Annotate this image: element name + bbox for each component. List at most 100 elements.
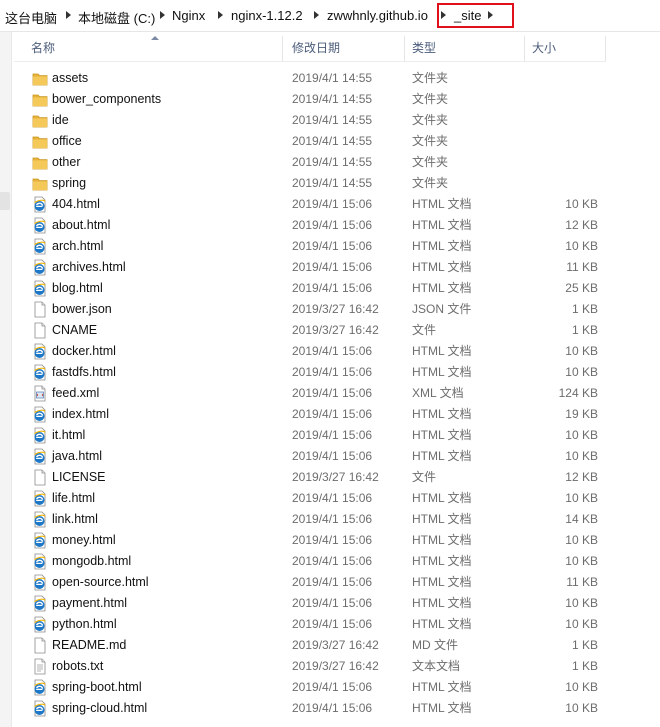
file-size: 10 KB <box>565 428 598 442</box>
file-row[interactable]: ide 2019/4/1 14:55 文件夹 <box>14 110 606 131</box>
file-name: fastdfs.html <box>52 365 116 379</box>
file-name: spring <box>52 176 87 190</box>
html-file-icon <box>32 217 48 234</box>
file-name: spring-boot.html <box>52 680 142 694</box>
file-size: 10 KB <box>565 449 598 463</box>
file-type: HTML 文档 <box>412 680 472 694</box>
file-modified-date: 2019/4/1 14:55 <box>292 71 373 85</box>
html-file-icon <box>32 595 48 612</box>
file-size: 10 KB <box>565 617 598 631</box>
breadcrumb-chevron-icon[interactable] <box>218 11 223 19</box>
file-name: it.html <box>52 428 86 442</box>
file-row[interactable]: link.html 2019/4/1 15:06 HTML 文档 14 KB <box>14 509 606 530</box>
file-type: HTML 文档 <box>412 407 472 421</box>
file-row[interactable]: office 2019/4/1 14:55 文件夹 <box>14 131 606 152</box>
html-file-icon <box>32 406 48 423</box>
file-row[interactable]: feed.xml 2019/4/1 15:06 XML 文档 124 KB <box>14 383 606 404</box>
file-row[interactable]: CNAME 2019/3/27 16:42 文件 1 KB <box>14 320 606 341</box>
file-row[interactable]: spring-cloud.html 2019/4/1 15:06 HTML 文档 10… <box>14 698 606 719</box>
file-modified-date: 2019/4/1 14:55 <box>292 92 373 106</box>
file-modified-date: 2019/4/1 15:06 <box>292 260 373 274</box>
file-size: 10 KB <box>565 239 598 253</box>
file-type: HTML 文档 <box>412 512 472 526</box>
file-row[interactable]: docker.html 2019/4/1 15:06 HTML 文档 10 KB <box>14 341 606 362</box>
file-modified-date: 2019/4/1 15:06 <box>292 575 373 589</box>
breadcrumb-chevron-icon[interactable] <box>314 11 319 19</box>
breadcrumb-chevron-icon[interactable] <box>160 11 165 19</box>
navigation-pane-edge[interactable] <box>0 32 12 727</box>
file-row[interactable]: payment.html 2019/4/1 15:06 HTML 文档 10 KB <box>14 593 606 614</box>
file-row[interactable]: 404.html 2019/4/1 15:06 HTML 文档 10 KB <box>14 194 606 215</box>
file-size: 10 KB <box>565 680 598 694</box>
file-size: 1 KB <box>571 323 598 337</box>
folder-icon <box>32 175 48 192</box>
file-row[interactable]: README.md 2019/3/27 16:42 MD 文件 1 KB <box>14 635 606 656</box>
file-row[interactable]: it.html 2019/4/1 15:06 HTML 文档 10 KB <box>14 425 606 446</box>
file-row[interactable]: robots.txt 2019/3/27 16:42 文本文档 1 KB <box>14 656 606 677</box>
column-header-size[interactable]: 大小 <box>526 36 606 61</box>
file-modified-date: 2019/3/27 16:42 <box>292 659 379 673</box>
file-modified-date: 2019/3/27 16:42 <box>292 470 379 484</box>
file-size: 10 KB <box>565 533 598 547</box>
file-row[interactable]: bower_components 2019/4/1 14:55 文件夹 <box>14 89 606 110</box>
folder-icon <box>32 154 48 171</box>
breadcrumb-item-local-disk[interactable]: 本地磁盘 (C:) <box>78 8 155 27</box>
html-file-icon <box>32 490 48 507</box>
file-modified-date: 2019/4/1 15:06 <box>292 449 373 463</box>
file-row[interactable]: archives.html 2019/4/1 15:06 HTML 文档 11 KB <box>14 257 606 278</box>
file-row[interactable]: other 2019/4/1 14:55 文件夹 <box>14 152 606 173</box>
column-header-type[interactable]: 类型 <box>406 36 525 61</box>
file-modified-date: 2019/4/1 15:06 <box>292 680 373 694</box>
file-row[interactable]: index.html 2019/4/1 15:06 HTML 文档 19 KB <box>14 404 606 425</box>
file-row[interactable]: bower.json 2019/3/27 16:42 JSON 文件 1 KB <box>14 299 606 320</box>
file-modified-date: 2019/4/1 15:06 <box>292 239 373 253</box>
file-row[interactable]: about.html 2019/4/1 15:06 HTML 文档 12 KB <box>14 215 606 236</box>
file-name: robots.txt <box>52 659 104 673</box>
file-modified-date: 2019/4/1 15:06 <box>292 596 373 610</box>
html-file-icon <box>32 427 48 444</box>
file-size: 10 KB <box>565 596 598 610</box>
file-name: docker.html <box>52 344 116 358</box>
file-row[interactable]: fastdfs.html 2019/4/1 15:06 HTML 文档 10 KB <box>14 362 606 383</box>
file-name: archives.html <box>52 260 126 274</box>
file-type: 文本文档 <box>412 659 461 673</box>
file-size: 10 KB <box>565 365 598 379</box>
breadcrumb-item-repo[interactable]: zwwhnly.github.io <box>327 8 428 23</box>
html-file-icon <box>32 196 48 213</box>
file-size: 10 KB <box>565 554 598 568</box>
file-row[interactable]: python.html 2019/4/1 15:06 HTML 文档 10 KB <box>14 614 606 635</box>
file-name: arch.html <box>52 239 104 253</box>
file-size: 124 KB <box>558 386 598 400</box>
column-header-date[interactable]: 修改日期 <box>286 36 405 61</box>
file-list: assets 2019/4/1 14:55 文件夹 bower_components 2… <box>14 68 606 719</box>
file-row[interactable]: blog.html 2019/4/1 15:06 HTML 文档 25 KB <box>14 278 606 299</box>
file-row[interactable]: life.html 2019/4/1 15:06 HTML 文档 10 KB <box>14 488 606 509</box>
file-row[interactable]: LICENSE 2019/3/27 16:42 文件 12 KB <box>14 467 606 488</box>
file-row[interactable]: money.html 2019/4/1 15:06 HTML 文档 10 KB <box>14 530 606 551</box>
file-modified-date: 2019/3/27 16:42 <box>292 323 379 337</box>
breadcrumb-item-nginx[interactable]: Nginx <box>172 8 205 23</box>
file-type: HTML 文档 <box>412 701 472 715</box>
file-type: HTML 文档 <box>412 239 472 253</box>
file-row[interactable]: mongodb.html 2019/4/1 15:06 HTML 文档 10 KB <box>14 551 606 572</box>
file-size: 12 KB <box>565 218 598 232</box>
file-type: HTML 文档 <box>412 281 472 295</box>
file-row[interactable]: java.html 2019/4/1 15:06 HTML 文档 10 KB <box>14 446 606 467</box>
html-file-icon <box>32 343 48 360</box>
file-row[interactable]: assets 2019/4/1 14:55 文件夹 <box>14 68 606 89</box>
breadcrumb-item-nginx-version[interactable]: nginx-1.12.2 <box>231 8 303 23</box>
file-row[interactable]: arch.html 2019/4/1 15:06 HTML 文档 10 KB <box>14 236 606 257</box>
file-row[interactable]: open-source.html 2019/4/1 15:06 HTML 文档 11 … <box>14 572 606 593</box>
file-type: HTML 文档 <box>412 428 472 442</box>
file-type: 文件 <box>412 470 437 484</box>
file-modified-date: 2019/4/1 15:06 <box>292 365 373 379</box>
file-name: office <box>52 134 82 148</box>
file-row[interactable]: spring 2019/4/1 14:55 文件夹 <box>14 173 606 194</box>
breadcrumb-chevron-icon[interactable] <box>66 11 71 19</box>
html-file-icon <box>32 259 48 276</box>
breadcrumb-item-this-pc[interactable]: 这台电脑 <box>5 8 57 27</box>
file-row[interactable]: spring-boot.html 2019/4/1 15:06 HTML 文档 10 … <box>14 677 606 698</box>
sort-ascending-icon <box>151 36 159 40</box>
file-modified-date: 2019/3/27 16:42 <box>292 638 379 652</box>
file-size: 11 KB <box>566 260 598 274</box>
